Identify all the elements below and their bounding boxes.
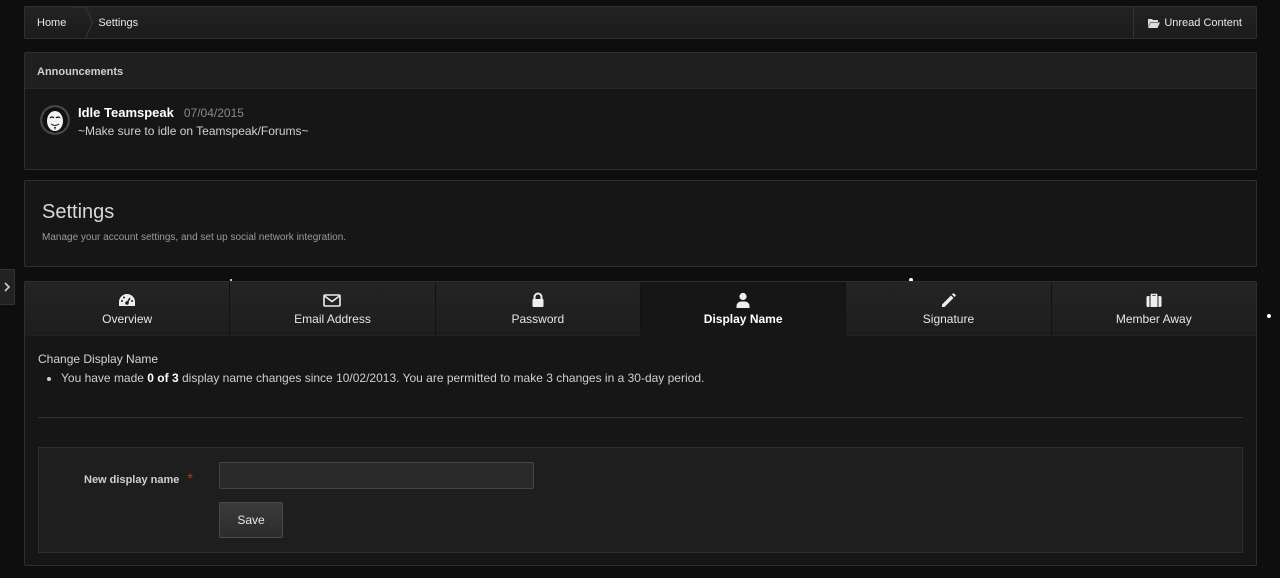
- announcement-title[interactable]: Idle Teamspeak 07/04/2015: [78, 105, 309, 120]
- tab-signature[interactable]: Signature: [846, 282, 1052, 336]
- notice-count: 0 of 3: [147, 371, 179, 385]
- breadcrumb-settings[interactable]: Settings: [80, 7, 150, 38]
- field-label-text: New display name: [84, 474, 180, 486]
- display-name-section: Change Display Name You have made 0 of 3…: [25, 336, 1256, 553]
- announcement-title-text[interactable]: Idle Teamspeak: [78, 105, 174, 120]
- tab-overview[interactable]: Overview: [25, 282, 231, 336]
- notice-text-pre: You have made: [61, 371, 148, 385]
- tab-label: Overview: [102, 311, 153, 326]
- settings-header: Settings Manage your account settings, a…: [24, 180, 1257, 267]
- section-heading: Change Display Name: [38, 352, 159, 366]
- announcement-item: Idle Teamspeak 07/04/2015 ~Make sure to i…: [40, 105, 309, 138]
- lock-icon: [532, 292, 544, 307]
- page-subtitle: Manage your account settings, and set up…: [42, 232, 347, 243]
- folder-open-icon: [1148, 18, 1161, 28]
- announcements-panel: Announcements Idle Teamspeak 07/04/2015 ~…: [24, 52, 1257, 170]
- briefcase-icon: [1146, 293, 1162, 307]
- announcements-heading: Announcements: [25, 53, 1256, 89]
- notice-list: You have made 0 of 3 display name change…: [61, 371, 1243, 385]
- notice-text-post: display name changes since 10/02/2013. Y…: [178, 371, 705, 385]
- tab-label: Email Address: [294, 311, 371, 326]
- user-icon: [736, 292, 750, 308]
- unread-content-label: Unread Content: [1164, 16, 1242, 29]
- tab-label: Member Away: [1115, 311, 1192, 326]
- required-marker: *: [187, 470, 193, 486]
- chevron-right-icon: [3, 282, 10, 292]
- guy-fawkes-mask-icon: [42, 107, 68, 133]
- new-display-name-label: New display name *: [84, 470, 193, 486]
- avatar[interactable]: [40, 105, 70, 135]
- tab-password[interactable]: Password: [435, 282, 641, 336]
- announcement-date: 07/04/2015: [183, 106, 244, 120]
- breadcrumb-home[interactable]: Home: [25, 7, 80, 38]
- tab-member-away[interactable]: Member Away: [1051, 282, 1256, 336]
- divider: [38, 417, 1243, 418]
- sidebar-toggle[interactable]: [0, 269, 15, 305]
- display-name-form: New display name * Save: [38, 447, 1243, 553]
- unread-content-link[interactable]: Unread Content: [1133, 7, 1256, 38]
- tab-label: Display Name: [703, 312, 783, 326]
- notice-item: You have made 0 of 3 display name change…: [61, 371, 1243, 385]
- settings-tabs: Overview Email Address Password Display …: [25, 282, 1256, 336]
- tab-label: Password: [511, 311, 565, 326]
- save-button[interactable]: Save: [219, 502, 283, 538]
- new-display-name-input[interactable]: [219, 462, 534, 489]
- star-decoration: [1267, 314, 1271, 318]
- envelope-icon: [323, 293, 342, 307]
- breadcrumb: Home Settings Unread Content: [24, 6, 1257, 39]
- tab-label: Signature: [922, 311, 975, 326]
- announcement-text: ~Make sure to idle on Teamspeak/Forums~: [78, 124, 309, 138]
- dashboard-icon: [119, 293, 136, 306]
- settings-main-panel: Overview Email Address Password Display …: [24, 281, 1257, 566]
- pencil-icon: [942, 292, 957, 307]
- page-title: Settings: [42, 201, 115, 223]
- tab-display-name[interactable]: Display Name: [640, 282, 847, 336]
- tab-email-address[interactable]: Email Address: [230, 282, 436, 336]
